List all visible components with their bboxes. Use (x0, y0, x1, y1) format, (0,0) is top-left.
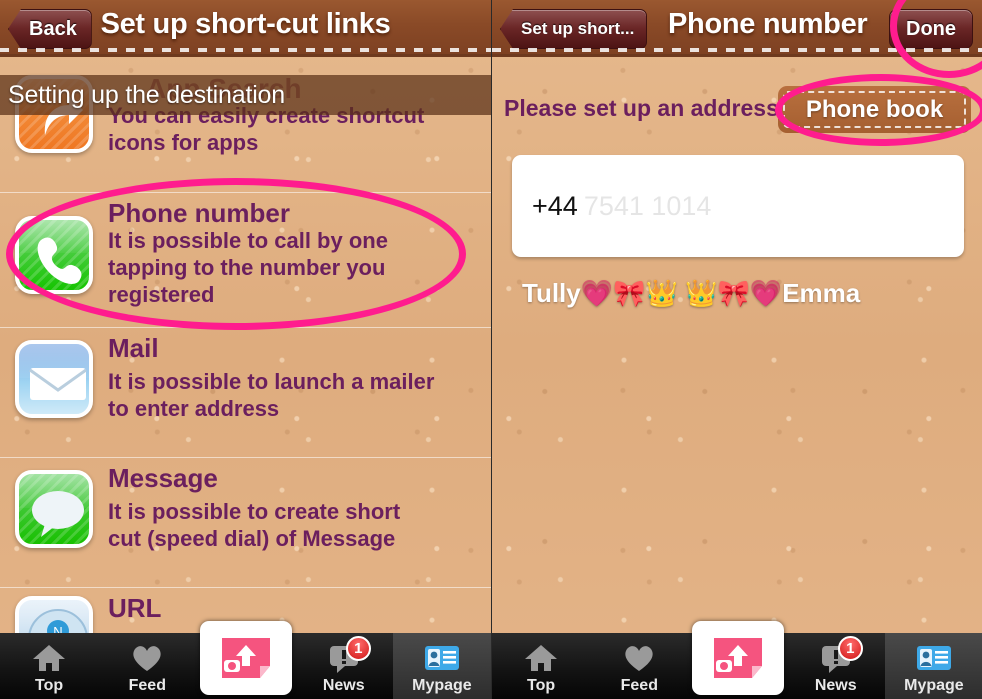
phone-handset-icon (15, 215, 93, 294)
tab-label: Mypage (904, 677, 964, 694)
left-tabbar: Top Feed 1 News Mypage (0, 621, 491, 699)
tab-label: News (814, 677, 857, 694)
page-title: Set up short-cut links (100, 8, 391, 40)
stitch-divider (492, 48, 982, 52)
done-button[interactable]: Done (889, 9, 973, 49)
tab-mypage[interactable]: Mypage (884, 633, 982, 699)
news-badge: 1 (837, 636, 863, 661)
address-hint: Please set up an address. (504, 95, 786, 121)
tab-label: News (322, 677, 365, 694)
list-item-title: Message (108, 463, 218, 493)
home-icon (32, 641, 66, 675)
right-navbar: Set up short... Phone number Done (492, 0, 982, 57)
list-item-title: URL (108, 593, 162, 623)
list-item-phone-number[interactable]: Phone number It is possible to call by o… (0, 192, 491, 309)
tab-label: Top (35, 677, 64, 694)
tab-feed[interactable]: Feed (590, 633, 688, 699)
heart-icon (130, 641, 164, 675)
screenshot-pair: Back Set up short-cut links App Search (0, 0, 982, 699)
heart-icon (622, 641, 656, 675)
list-item-text: Mail It is possible to launch a mailer t… (108, 328, 438, 423)
list-item-mail[interactable]: Mail It is possible to launch a mailer t… (0, 327, 491, 423)
app-icon-cell (0, 193, 108, 309)
list-item-desc: It is possible to create short cut (spee… (108, 499, 401, 551)
news-badge: 1 (345, 636, 371, 661)
tab-label: Feed (620, 677, 658, 694)
list-item-title: Phone number (108, 198, 291, 228)
phone-number-placeholder: 7541 1014 (583, 190, 712, 221)
list-item-desc: It is possible to call by one tapping to… (108, 228, 388, 307)
list-item-desc: It is possible to launch a mailer to ent… (108, 369, 435, 421)
back-button[interactable]: Set up short... (500, 9, 648, 49)
tab-label: Feed (128, 677, 166, 694)
left-screen: Back Set up short-cut links App Search (0, 0, 491, 699)
phone-number-input[interactable]: +44 7541 1014 (512, 155, 964, 257)
contact-name: Tully💗🎀👑 👑🎀💗Emma (522, 278, 861, 308)
phone-book-label: Phone book (805, 95, 944, 123)
contact-card-icon (424, 641, 460, 675)
home-icon (524, 641, 558, 675)
list-item-text: Phone number It is possible to call by o… (108, 193, 438, 309)
phone-book-button[interactable]: Phone book (778, 86, 971, 133)
list-item-message[interactable]: Message It is possible to create short c… (0, 457, 491, 553)
camera-upload-icon[interactable] (199, 621, 292, 695)
app-icon-cell (0, 328, 108, 423)
contact-card-icon (916, 641, 952, 675)
tab-label: Mypage (412, 677, 472, 694)
app-icon-cell (0, 458, 108, 553)
stitch-divider (0, 48, 491, 52)
tab-post[interactable] (196, 621, 294, 699)
tab-top[interactable]: Top (0, 633, 98, 699)
tab-mypage[interactable]: Mypage (392, 633, 491, 699)
tab-news[interactable]: 1 News (295, 633, 393, 699)
overlay-banner: Setting up the destination (0, 75, 491, 115)
camera-upload-icon[interactable] (691, 621, 784, 695)
destination-list: App Search You can easily create shortcu… (0, 57, 491, 674)
list-item-title: Mail (108, 333, 159, 363)
done-button-label: Done (906, 17, 956, 40)
tab-news[interactable]: 1 News (787, 633, 885, 699)
tab-feed[interactable]: Feed (98, 633, 196, 699)
tab-top[interactable]: Top (492, 633, 590, 699)
back-button-label: Set up short... (521, 19, 635, 38)
right-screen: Set up short... Phone number Done Please… (491, 0, 982, 699)
left-navbar: Back Set up short-cut links (0, 0, 491, 57)
tab-label: Top (527, 677, 556, 694)
message-bubble-icon (15, 470, 93, 549)
phone-number-value: +44 (532, 190, 578, 221)
list-item-text: Message It is possible to create short c… (108, 458, 438, 553)
mail-envelope-icon (15, 340, 93, 419)
overlay-banner-label: Setting up the destination (8, 80, 285, 109)
right-tabbar: Top Feed 1 News Mypage (492, 621, 982, 699)
tab-post[interactable] (688, 621, 786, 699)
